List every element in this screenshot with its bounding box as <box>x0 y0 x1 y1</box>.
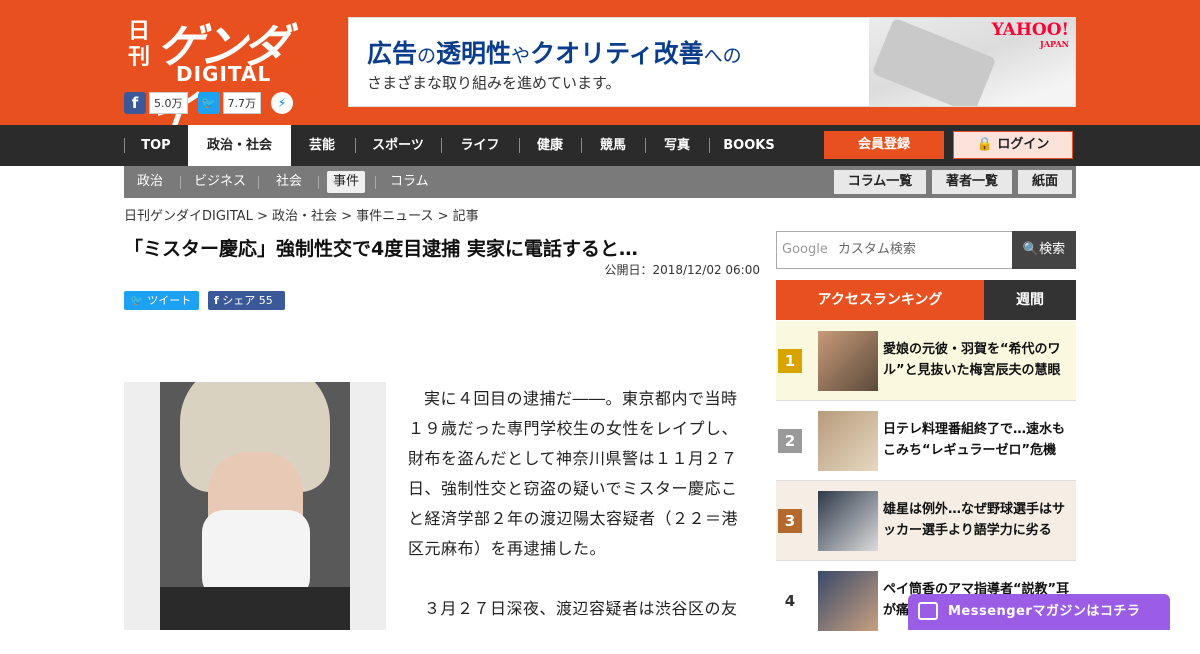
ad-headline: 広告の透明性やクオリティ改善への <box>367 34 742 70</box>
twitter-icon[interactable]: 🐦 <box>197 92 220 114</box>
subnav-separator <box>318 176 319 189</box>
ranking-item[interactable]: 1 愛娘の元彼・羽賀を“希代のワル”と見抜いた梅宮辰夫の慧眼 <box>776 321 1076 401</box>
ad-headline-ya: や <box>511 45 531 67</box>
subnav-item-society[interactable]: 社会 <box>270 171 308 193</box>
nav-item-books[interactable]: BOOKS <box>711 125 787 166</box>
ranking-item[interactable]: 3 雄星は例外…なぜ野球選手はサッカー選手より語学力に劣る <box>776 481 1076 561</box>
ad-headline-no: の <box>417 45 437 67</box>
nav-separator <box>519 138 520 153</box>
facebook-icon: f <box>214 294 219 307</box>
share-count: 55 <box>258 294 273 307</box>
article-title: 「ミスター慶応」強制性交で4度目逮捕 実家に電話すると… <box>124 238 638 260</box>
chat-icon <box>918 602 938 620</box>
subnav-item-incident[interactable]: 事件 <box>327 171 366 193</box>
breadcrumb[interactable]: 日刊ゲンダイDIGITAL > 政治・社会 > 事件ニュース > 記事 <box>124 205 479 224</box>
ranking-title: 日テレ料理番組終了で…速水もこみち“レギュラーゼロ”危機 <box>883 422 1066 458</box>
article-photo <box>124 382 386 630</box>
header-ad-banner[interactable]: 広告の透明性やクオリティ改善への さまざまな取り組みを進めています。 YAHOO… <box>348 17 1076 107</box>
lock-icon: 🔒 <box>976 137 993 152</box>
ranking-tabs: アクセスランキング 週間 <box>776 280 1076 320</box>
article-body: 実に４回目の逮捕だ――。東京都内で当時１９歳だった専門学校生の女性をレイプし、財… <box>408 384 753 654</box>
facebook-icon[interactable]: f <box>124 92 146 114</box>
ad-brand-logo: YAHOO! JAPAN <box>992 22 1069 51</box>
facebook-share-button[interactable]: f シェア 55 <box>208 291 285 310</box>
ranking-title: 雄星は例外…なぜ野球選手はサッカー選手より語学力に劣る <box>883 502 1066 538</box>
rank-number: 1 <box>778 349 802 373</box>
subnav-item-politics[interactable]: 政治 <box>131 171 169 193</box>
logo-digital: DIGITAL <box>176 62 272 86</box>
author-list-button[interactable]: 著者一覧 <box>932 170 1012 194</box>
nav-separator <box>581 138 582 153</box>
ranking-thumbnail <box>818 411 878 471</box>
subnav-item-column[interactable]: コラム <box>384 171 435 193</box>
site-header: 日刊 ゲンダイ DIGITAL f 5.0万 🐦 7.7万 ⚡ 広告の透明性やク… <box>0 0 1200 139</box>
login-label: ログイン <box>997 137 1050 152</box>
nav-separator <box>441 138 442 153</box>
rank-number: 3 <box>778 509 802 533</box>
rank-number: 2 <box>778 429 802 453</box>
nav-item-keiba[interactable]: 競馬 <box>583 125 643 166</box>
nav-item-sports[interactable]: スポーツ <box>357 125 439 166</box>
nav-item-entertainment[interactable]: 芸能 <box>292 125 352 166</box>
ranking-thumbnail <box>818 571 878 631</box>
paper-button[interactable]: 紙面 <box>1018 170 1072 194</box>
nav-separator <box>645 138 646 153</box>
messenger-icon[interactable]: ⚡ <box>271 92 293 114</box>
nav-item-life[interactable]: ライフ <box>443 125 517 166</box>
tab-weekly[interactable]: 週間 <box>984 280 1076 320</box>
social-counters: f 5.0万 🐦 7.7万 ⚡ <box>124 91 293 115</box>
ranking-thumbnail <box>818 491 878 551</box>
google-label: Google <box>782 242 828 257</box>
nav-separator <box>355 138 356 153</box>
suspect-photo <box>160 382 350 630</box>
subnav-separator <box>375 176 376 189</box>
messenger-label: Messengerマガジンはコチラ <box>948 604 1141 619</box>
tab-access-ranking[interactable]: アクセスランキング <box>776 280 984 320</box>
ranking-item[interactable]: 2 日テレ料理番組終了で…速水もこみち“レギュラーゼロ”危機 <box>776 401 1076 481</box>
sub-nav: 政治 ビジネス 社会 事件 コラム コラム一覧 著者一覧 紙面 <box>124 166 1076 198</box>
publish-date: 公開日：2018/12/02 06:00 <box>604 263 760 277</box>
nav-item-health[interactable]: 健康 <box>521 125 579 166</box>
ad-headline-he: への <box>703 45 742 67</box>
rank-number: 4 <box>784 592 796 610</box>
subnav-separator <box>258 176 259 189</box>
subnav-item-business[interactable]: ビジネス <box>188 171 252 193</box>
ranking-title: 愛娘の元彼・羽賀を“希代のワル”と見抜いた梅宮辰夫の慧眼 <box>883 342 1061 378</box>
tweet-button[interactable]: 🐦 ツイート <box>124 291 199 310</box>
subnav-separator <box>180 176 181 189</box>
search-placeholder: カスタム検索 <box>837 242 916 257</box>
ad-headline-a: 広告 <box>367 39 418 68</box>
facebook-count: 5.0万 <box>149 92 188 114</box>
article-paragraph: ３月２７日深夜、渡辺容疑者は渋谷区の友 <box>424 599 738 618</box>
logo-nikkan: 日刊 <box>128 18 151 70</box>
ad-headline-c: クオリティ改善 <box>530 39 704 68</box>
nav-item-photo[interactable]: 写真 <box>647 125 707 166</box>
ad-headline-b: 透明性 <box>436 39 512 68</box>
search-button[interactable]: 🔍検索 <box>1012 231 1076 269</box>
nav-separator <box>709 138 710 153</box>
messenger-magazine-button[interactable]: Messengerマガジンはコチラ <box>908 594 1170 630</box>
photo-shirt <box>160 587 350 630</box>
nav-item-politics-society[interactable]: 政治・社会 <box>188 125 291 166</box>
search-input[interactable]: Google カスタム検索 <box>776 231 1013 269</box>
share-label: シェア <box>222 294 256 307</box>
site-logo[interactable]: 日刊 ゲンダイ DIGITAL <box>124 10 304 139</box>
twitter-icon: 🐦 <box>130 294 144 307</box>
twitter-count: 7.7万 <box>222 92 261 114</box>
tweet-label: ツイート <box>147 294 192 307</box>
search-button-label: 検索 <box>1039 242 1066 257</box>
article-paragraph: 実に４回目の逮捕だ――。東京都内で当時１９歳だった専門学校生の女性をレイプし、財… <box>408 389 739 558</box>
search-icon: 🔍 <box>1022 242 1040 257</box>
nav-separator <box>124 138 125 153</box>
column-list-button[interactable]: コラム一覧 <box>834 170 926 194</box>
register-button[interactable]: 会員登録 <box>824 131 944 159</box>
ranking-thumbnail <box>818 331 878 391</box>
ad-subline: さまざまな取り組みを進めています。 <box>367 74 621 92</box>
login-button[interactable]: 🔒 ログイン <box>953 131 1073 159</box>
nav-item-top[interactable]: TOP <box>126 125 186 166</box>
